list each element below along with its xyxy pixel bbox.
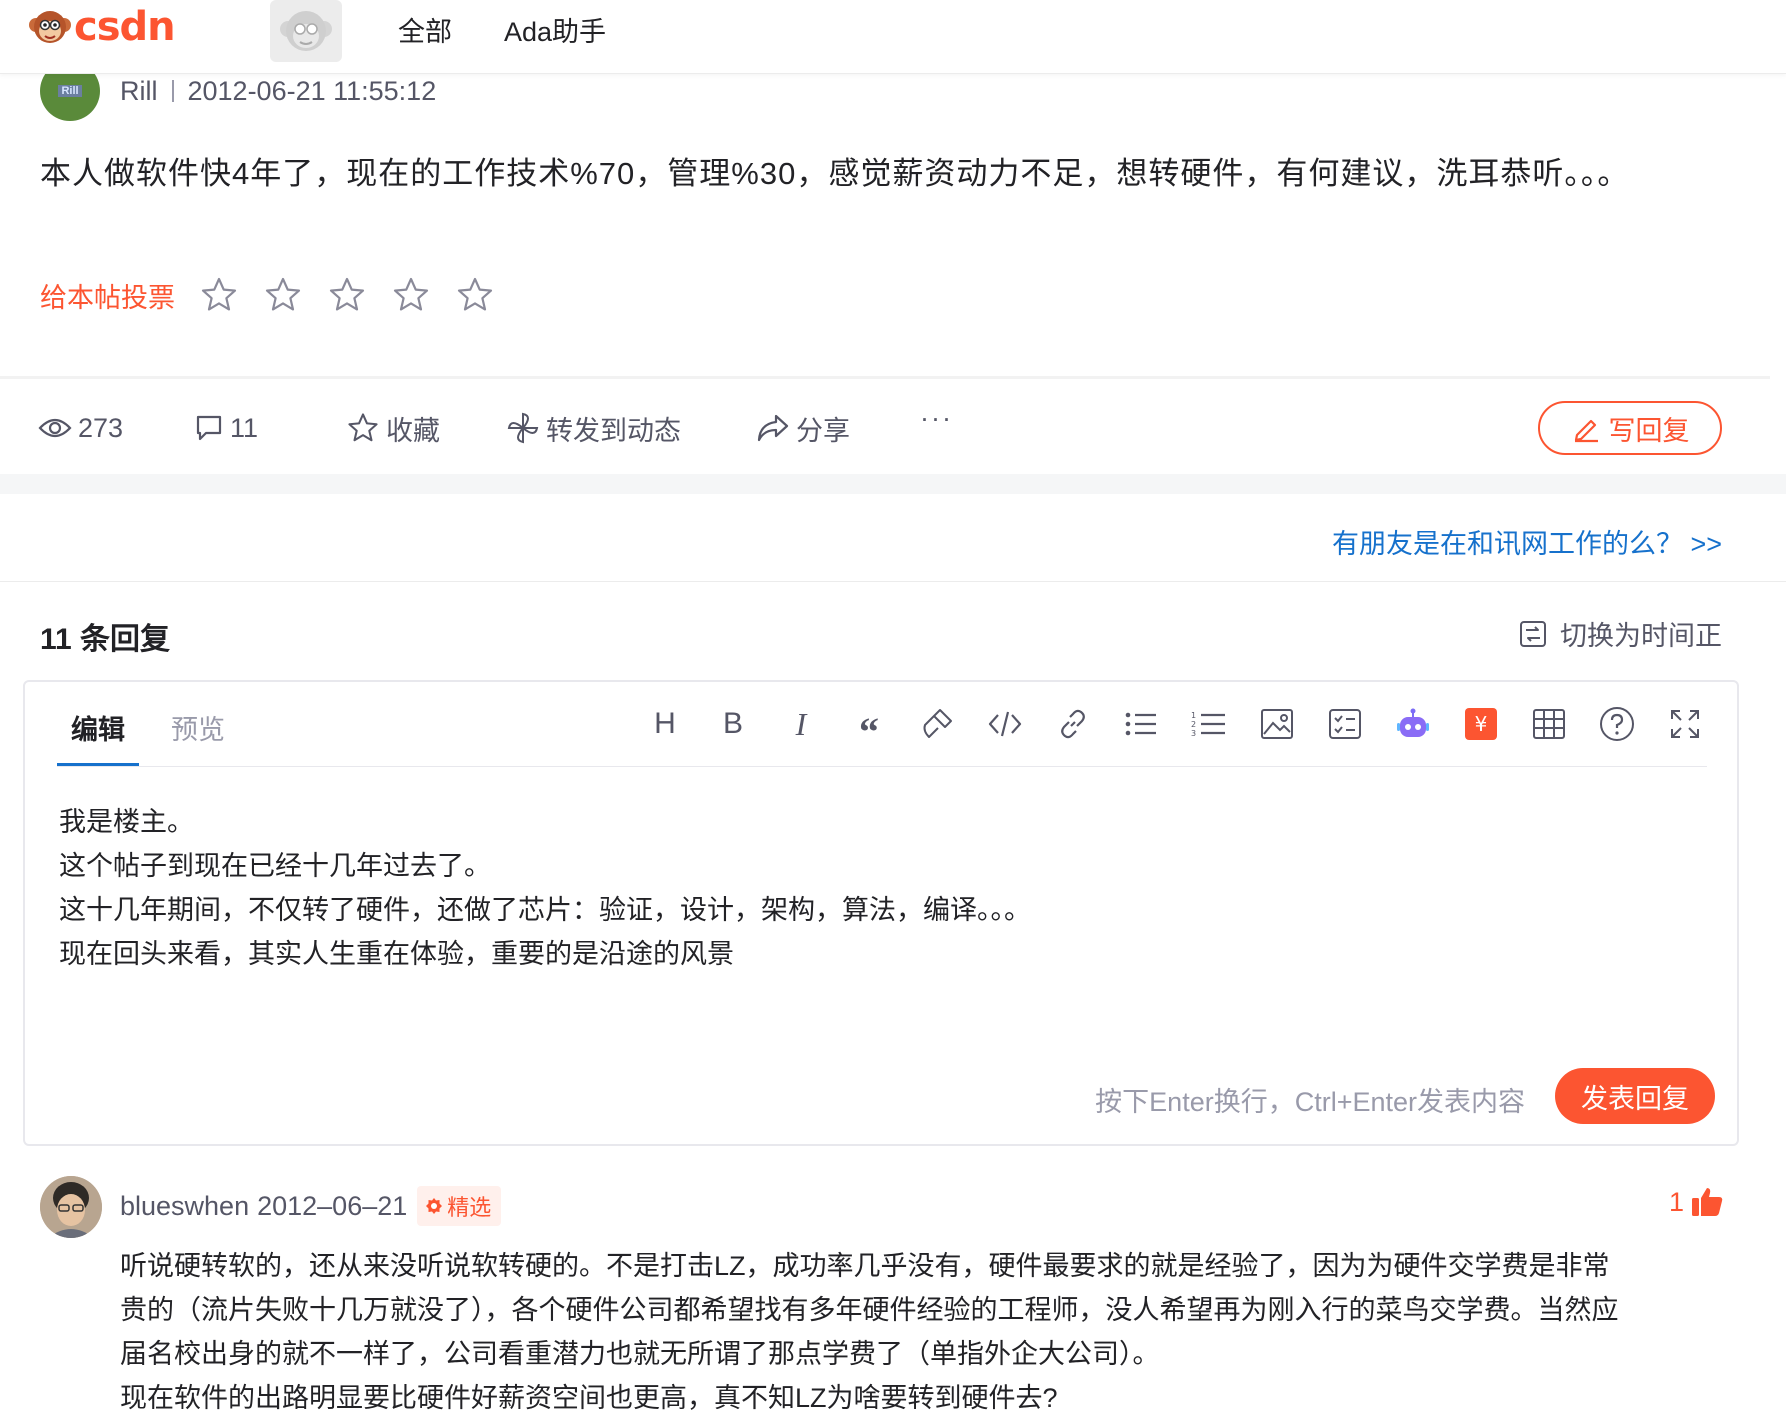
replies-count-title: 11 条回复 xyxy=(40,623,171,656)
commenter-name[interactable]: blueswhen xyxy=(120,1191,249,1222)
view-count: 273 xyxy=(38,411,123,445)
numbered-list-icon[interactable]: 123 xyxy=(1189,704,1229,744)
post-action-bar: 273 11 收藏 转发到动态 分享 ··· 写回复 xyxy=(0,376,1770,474)
bold-icon[interactable]: B xyxy=(713,704,753,744)
thumbs-up-icon xyxy=(1692,1188,1723,1216)
bullet-list-icon[interactable] xyxy=(1121,704,1161,744)
related-post-bar: 有朋友是在和讯网工作的么？ >> xyxy=(0,494,1786,582)
comment-bubble-icon xyxy=(196,415,222,441)
nav-item-all[interactable]: 全部 xyxy=(398,10,452,49)
fullscreen-icon[interactable] xyxy=(1665,704,1705,744)
comment-header: blueswhen 2012–06–21 精选 xyxy=(120,1186,502,1226)
star-icon xyxy=(348,413,378,442)
vote-label: 给本帖投票 xyxy=(40,282,175,313)
editor-toolbar: H B I “ 123 ¥ xyxy=(645,704,1733,754)
post-timestamp: 2012-06-21 11:55:12 xyxy=(187,75,437,106)
share-arrow-icon xyxy=(757,414,789,442)
monkey-mascot-icon xyxy=(28,5,72,49)
checklist-icon[interactable] xyxy=(1325,704,1365,744)
editor-line: 现在回头来看，其实人生重在体验，重要的是沿途的风景 xyxy=(59,939,734,969)
editor-hint: 按下Enter换行，Ctrl+Enter发表内容 xyxy=(1095,1087,1525,1117)
write-reply-label: 写回复 xyxy=(1608,415,1690,446)
svg-text:2: 2 xyxy=(1191,720,1196,729)
vote-row: 给本帖投票 xyxy=(40,270,519,320)
sort-toggle-button[interactable]: 切换为时间正 xyxy=(1518,614,1722,653)
pen-icon xyxy=(1574,419,1598,443)
vote-star-1-icon[interactable] xyxy=(199,275,239,315)
collect-button[interactable]: 收藏 xyxy=(346,411,440,446)
svg-text:1: 1 xyxy=(1191,711,1196,720)
comment-count-value: 11 xyxy=(230,412,259,443)
comment-line: 现在软件的出路明显要比硬件好薪资空间也更高，真不知LZ为啥要转到硬件去? xyxy=(120,1383,1058,1413)
code-icon[interactable] xyxy=(985,704,1025,744)
editor-line: 这十几年期间，不仅转了硬件，还做了芯片：验证，设计，架构，算法，编译。。。 xyxy=(59,895,1031,925)
image-icon[interactable] xyxy=(1257,704,1297,744)
related-post-link[interactable]: 有朋友是在和讯网工作的么？ >> xyxy=(1332,522,1722,561)
like-button[interactable]: 1 xyxy=(1669,1186,1724,1218)
comment-count-button[interactable]: 11 xyxy=(194,411,258,445)
comment-date: 2012–06–21 xyxy=(257,1190,408,1221)
reward-icon[interactable]: ¥ xyxy=(1461,704,1501,744)
editor-line: 这个帖子到现在已经十几年过去了。 xyxy=(59,851,491,881)
section-gap xyxy=(0,474,1786,494)
avatar-label: Rill xyxy=(58,85,82,97)
more-button[interactable]: ··· xyxy=(920,401,953,435)
comment-body: 听说硬转软的，还从来没听说软转硬的。不是打击LZ，成功率几乎没有，硬件最要求的就… xyxy=(120,1244,1720,1414)
like-count: 1 xyxy=(1668,1186,1684,1217)
comment-line: 贵的（流片失败十几万就没了），各个硬件公司都希望找有多年硬件经验的工程师，没人希… xyxy=(120,1295,1619,1325)
nav-item-ada-assistant[interactable]: Ada助手 xyxy=(504,10,606,49)
heading-icon[interactable]: H xyxy=(645,704,685,744)
share-label: 分享 xyxy=(796,415,850,446)
user-avatar[interactable] xyxy=(270,0,342,62)
link-icon[interactable] xyxy=(1053,704,1093,744)
quote-icon[interactable]: “ xyxy=(849,704,889,754)
repost-label: 转发到动态 xyxy=(546,415,681,446)
comment-line: 听说硬转软的，还从来没听说软转硬的。不是打击LZ，成功率几乎没有，硬件最要求的就… xyxy=(120,1251,1610,1281)
vote-star-3-icon[interactable] xyxy=(327,275,367,315)
divider xyxy=(171,80,174,102)
collect-label: 收藏 xyxy=(386,415,440,446)
featured-badge: 精选 xyxy=(417,1186,502,1226)
reply-editor: 编辑 预览 H B I “ 123 ¥ 我是楼主。 这个帖子到现在已经十几年过去… xyxy=(23,680,1739,1146)
italic-icon[interactable]: I xyxy=(781,704,821,744)
editor-divider xyxy=(57,766,1707,767)
logo-text: csdn xyxy=(74,4,176,50)
write-reply-button[interactable]: 写回复 xyxy=(1538,401,1722,455)
sort-icon xyxy=(1520,620,1546,647)
vote-star-4-icon[interactable] xyxy=(391,275,431,315)
sort-toggle-label: 切换为时间正 xyxy=(1560,621,1722,651)
top-nav: csdn 全部 Ada助手 xyxy=(0,0,1786,74)
csdn-logo[interactable]: csdn xyxy=(28,4,176,50)
view-count-value: 273 xyxy=(78,412,124,443)
vote-star-5-icon[interactable] xyxy=(455,275,495,315)
pinwheel-icon xyxy=(507,412,539,444)
tab-edit[interactable]: 编辑 xyxy=(57,682,139,766)
svg-text:¥: ¥ xyxy=(1475,712,1488,736)
vote-star-2-icon[interactable] xyxy=(263,275,303,315)
eye-icon xyxy=(38,418,72,438)
comment-line: 届名校出身的就不一样了，公司看重潜力也就无所谓了那点学费了（单指外企大公司）。 xyxy=(120,1339,1160,1369)
share-button[interactable]: 分享 xyxy=(756,411,850,446)
post-body: 本人做软件快4年了，现在的工作技术%70，管理%30，感觉薪资动力不足，想转硬件… xyxy=(40,156,1630,191)
post-author-name[interactable]: Rill xyxy=(120,76,158,107)
format-brush-icon[interactable] xyxy=(917,704,957,744)
repost-button[interactable]: 转发到动态 xyxy=(506,411,681,446)
monkey-avatar-icon xyxy=(280,11,332,51)
ai-robot-icon[interactable] xyxy=(1393,704,1433,744)
tab-preview[interactable]: 预览 xyxy=(157,682,239,766)
submit-reply-button[interactable]: 发表回复 xyxy=(1555,1068,1715,1124)
editor-tabs: 编辑 预览 xyxy=(57,682,257,766)
svg-text:3: 3 xyxy=(1191,729,1196,738)
featured-badge-label: 精选 xyxy=(447,1195,492,1220)
commenter-avatar[interactable] xyxy=(40,1176,102,1238)
featured-badge-icon xyxy=(426,1198,443,1214)
help-icon[interactable] xyxy=(1597,704,1637,744)
editor-textarea[interactable]: 我是楼主。 这个帖子到现在已经十几年过去了。 这十几年期间，不仅转了硬件，还做了… xyxy=(59,800,1031,976)
table-icon[interactable] xyxy=(1529,704,1569,744)
editor-line: 我是楼主。 xyxy=(59,807,194,837)
